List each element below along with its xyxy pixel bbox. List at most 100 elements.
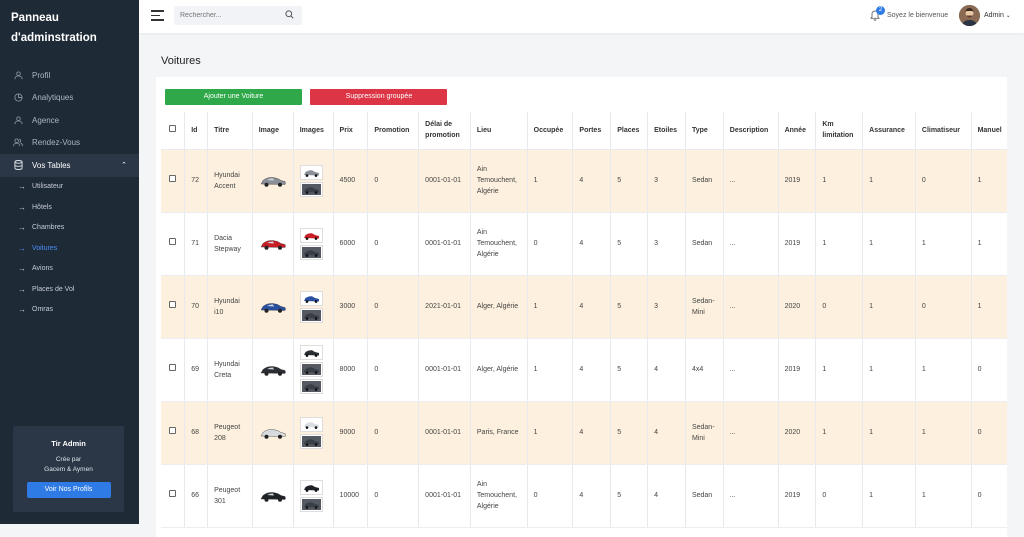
col-header[interactable]: Id <box>184 112 208 150</box>
gallery-thumbnail[interactable] <box>299 379 323 394</box>
car-image[interactable] <box>259 300 287 314</box>
cell-description: ... <box>722 401 779 465</box>
car-image[interactable] <box>259 426 287 440</box>
add-car-button[interactable]: Ajouter une Voiture <box>165 89 302 105</box>
col-header[interactable]: Délai de promotion <box>418 112 471 150</box>
table-row[interactable]: 70 Hyundai i10 3000 0 2021-01-01 Alger, Algér… <box>161 275 1007 339</box>
avatar[interactable] <box>959 5 980 26</box>
col-header[interactable]: Occupée <box>526 112 573 150</box>
car-image[interactable] <box>259 174 287 188</box>
col-header[interactable]: Etoiles <box>647 112 686 150</box>
gallery-thumbnail[interactable] <box>299 290 323 306</box>
col-header[interactable]: Titre <box>207 112 253 150</box>
gallery-thumbnail[interactable] <box>299 496 323 512</box>
col-header[interactable]: Km limitation <box>815 112 863 150</box>
select-all-checkbox[interactable] <box>169 124 177 132</box>
cell-description: ... <box>722 464 779 528</box>
cell-etoiles: 4 <box>647 401 686 465</box>
gallery-thumbnail[interactable] <box>299 479 323 495</box>
cell-climatiseur: 1 <box>914 401 972 465</box>
gallery-thumbnail[interactable] <box>299 362 323 377</box>
page-title: Voitures <box>161 55 201 67</box>
table-row[interactable]: 69 Hyundai Creta 8000 0 0001-01-01 Alger, Alg… <box>161 338 1007 402</box>
cell-assurance: 1 <box>862 275 916 339</box>
row-checkbox[interactable] <box>169 301 177 308</box>
sidebar-item-rendez-vous[interactable]: Rendez-Vous <box>0 132 139 155</box>
col-header[interactable]: Description <box>722 112 779 150</box>
gallery-thumbnail[interactable] <box>299 181 323 197</box>
gallery-thumbnail[interactable] <box>299 307 323 323</box>
cell-delai: 0001-01-01 <box>418 401 471 465</box>
car-image[interactable] <box>259 363 287 377</box>
col-header[interactable]: Type <box>684 112 724 150</box>
subitem-label: Hôtels <box>32 203 52 211</box>
cell-annee: 2020 <box>777 401 816 465</box>
col-header[interactable]: Lieu <box>469 112 528 150</box>
row-checkbox[interactable] <box>169 490 177 497</box>
cell-etoiles: 3 <box>647 212 686 276</box>
table-row[interactable]: 66 Peugeot 301 10000 0 0001-01-01 Ain Temouch… <box>161 464 1007 528</box>
sidebar-item-vos-tables[interactable]: Vos Tables ⌃ <box>0 154 139 177</box>
table-row[interactable]: 68 Peugeot 208 9000 0 0001-01-01 Paris, Franc… <box>161 401 1007 465</box>
cell-id: 69 <box>184 338 208 402</box>
table-row[interactable]: 72 Hyundai Accent 4500 0 0001-01-01 Ain Temou… <box>161 149 1007 213</box>
row-checkbox[interactable] <box>169 364 177 371</box>
col-header[interactable]: Promotion <box>367 112 419 150</box>
row-checkbox[interactable] <box>169 238 177 245</box>
search-input[interactable] <box>174 6 302 25</box>
gallery-thumbnails <box>299 345 327 394</box>
col-header[interactable]: Année <box>777 112 816 150</box>
cell-portes: 4 <box>572 149 611 213</box>
row-checkbox[interactable] <box>169 175 177 182</box>
car-image[interactable] <box>259 489 287 503</box>
bulk-delete-button[interactable]: Suppression groupée <box>310 89 448 105</box>
car-gallery-cell <box>292 401 334 465</box>
row-select-cell <box>161 338 185 402</box>
user-menu[interactable]: Admin ⌄ <box>984 12 1011 19</box>
col-header[interactable]: Portes <box>572 112 611 150</box>
chevron-up-icon: ⌃ <box>121 162 127 170</box>
gallery-thumbnail[interactable] <box>299 164 323 180</box>
view-profiles-button[interactable]: Voir Nos Profils <box>26 482 111 498</box>
col-header[interactable]: Image <box>251 112 294 150</box>
table-row[interactable]: 71 Dacia Stepway 6000 0 0001-01-01 Ain Temouc… <box>161 212 1007 276</box>
car-image[interactable] <box>259 237 287 251</box>
sidebar-subitem-utilisateur[interactable]: → Utilisateur <box>0 177 139 198</box>
gallery-thumbnail[interactable] <box>299 244 323 260</box>
gallery-thumbnail[interactable] <box>299 433 323 449</box>
cell-climatiseur: 1 <box>914 212 972 276</box>
cell-promotion: 0 <box>367 338 419 402</box>
row-checkbox[interactable] <box>169 427 177 434</box>
table-scroll[interactable]: Id Titre Image Images Prix Promotion Dél… <box>161 112 1007 528</box>
sidebar-subitem-places-de-vol[interactable]: → Places de Vol <box>0 279 139 300</box>
sidebar-subitem-omras[interactable]: → Omras <box>0 300 139 321</box>
sidebar-item-analytiques[interactable]: Analytiques <box>0 87 139 110</box>
sidebar-subitem-voitures[interactable]: → Voitures <box>0 238 139 259</box>
sidebar-subitem-avions[interactable]: → Avions <box>0 259 139 280</box>
cell-type: 4x4 <box>684 338 724 402</box>
sidebar: Panneau d'adminstration Profil Analytiqu… <box>0 0 139 524</box>
menu-toggle-icon[interactable] <box>151 10 164 21</box>
cell-assurance: 1 <box>862 149 916 213</box>
gallery-thumbnail[interactable] <box>299 416 323 432</box>
sidebar-item-profil[interactable]: Profil <box>0 64 139 87</box>
cell-occupee: 1 <box>526 275 573 339</box>
cell-promotion: 0 <box>367 275 419 339</box>
col-header[interactable]: Assurance <box>862 112 916 150</box>
col-header[interactable]: Images <box>292 112 334 150</box>
sidebar-subitem-hotels[interactable]: → Hôtels <box>0 197 139 218</box>
search-icon[interactable] <box>285 10 294 19</box>
cell-etoiles: 3 <box>647 275 686 339</box>
user-icon <box>13 70 23 80</box>
gallery-thumbnail[interactable] <box>299 227 323 243</box>
sidebar-item-agence[interactable]: Agence <box>0 109 139 132</box>
col-header[interactable]: Climatiseur <box>914 112 972 150</box>
col-header[interactable]: Places <box>610 112 648 150</box>
col-header[interactable]: Manuel <box>970 112 1007 150</box>
cell-places: 5 <box>610 275 648 339</box>
col-header[interactable]: Prix <box>332 112 368 150</box>
gallery-thumbnail[interactable] <box>299 345 323 360</box>
sidebar-subitem-chambres[interactable]: → Chambres <box>0 218 139 239</box>
cell-manuel: 0 <box>970 338 1007 402</box>
promo-line1: Crée par <box>55 456 82 463</box>
